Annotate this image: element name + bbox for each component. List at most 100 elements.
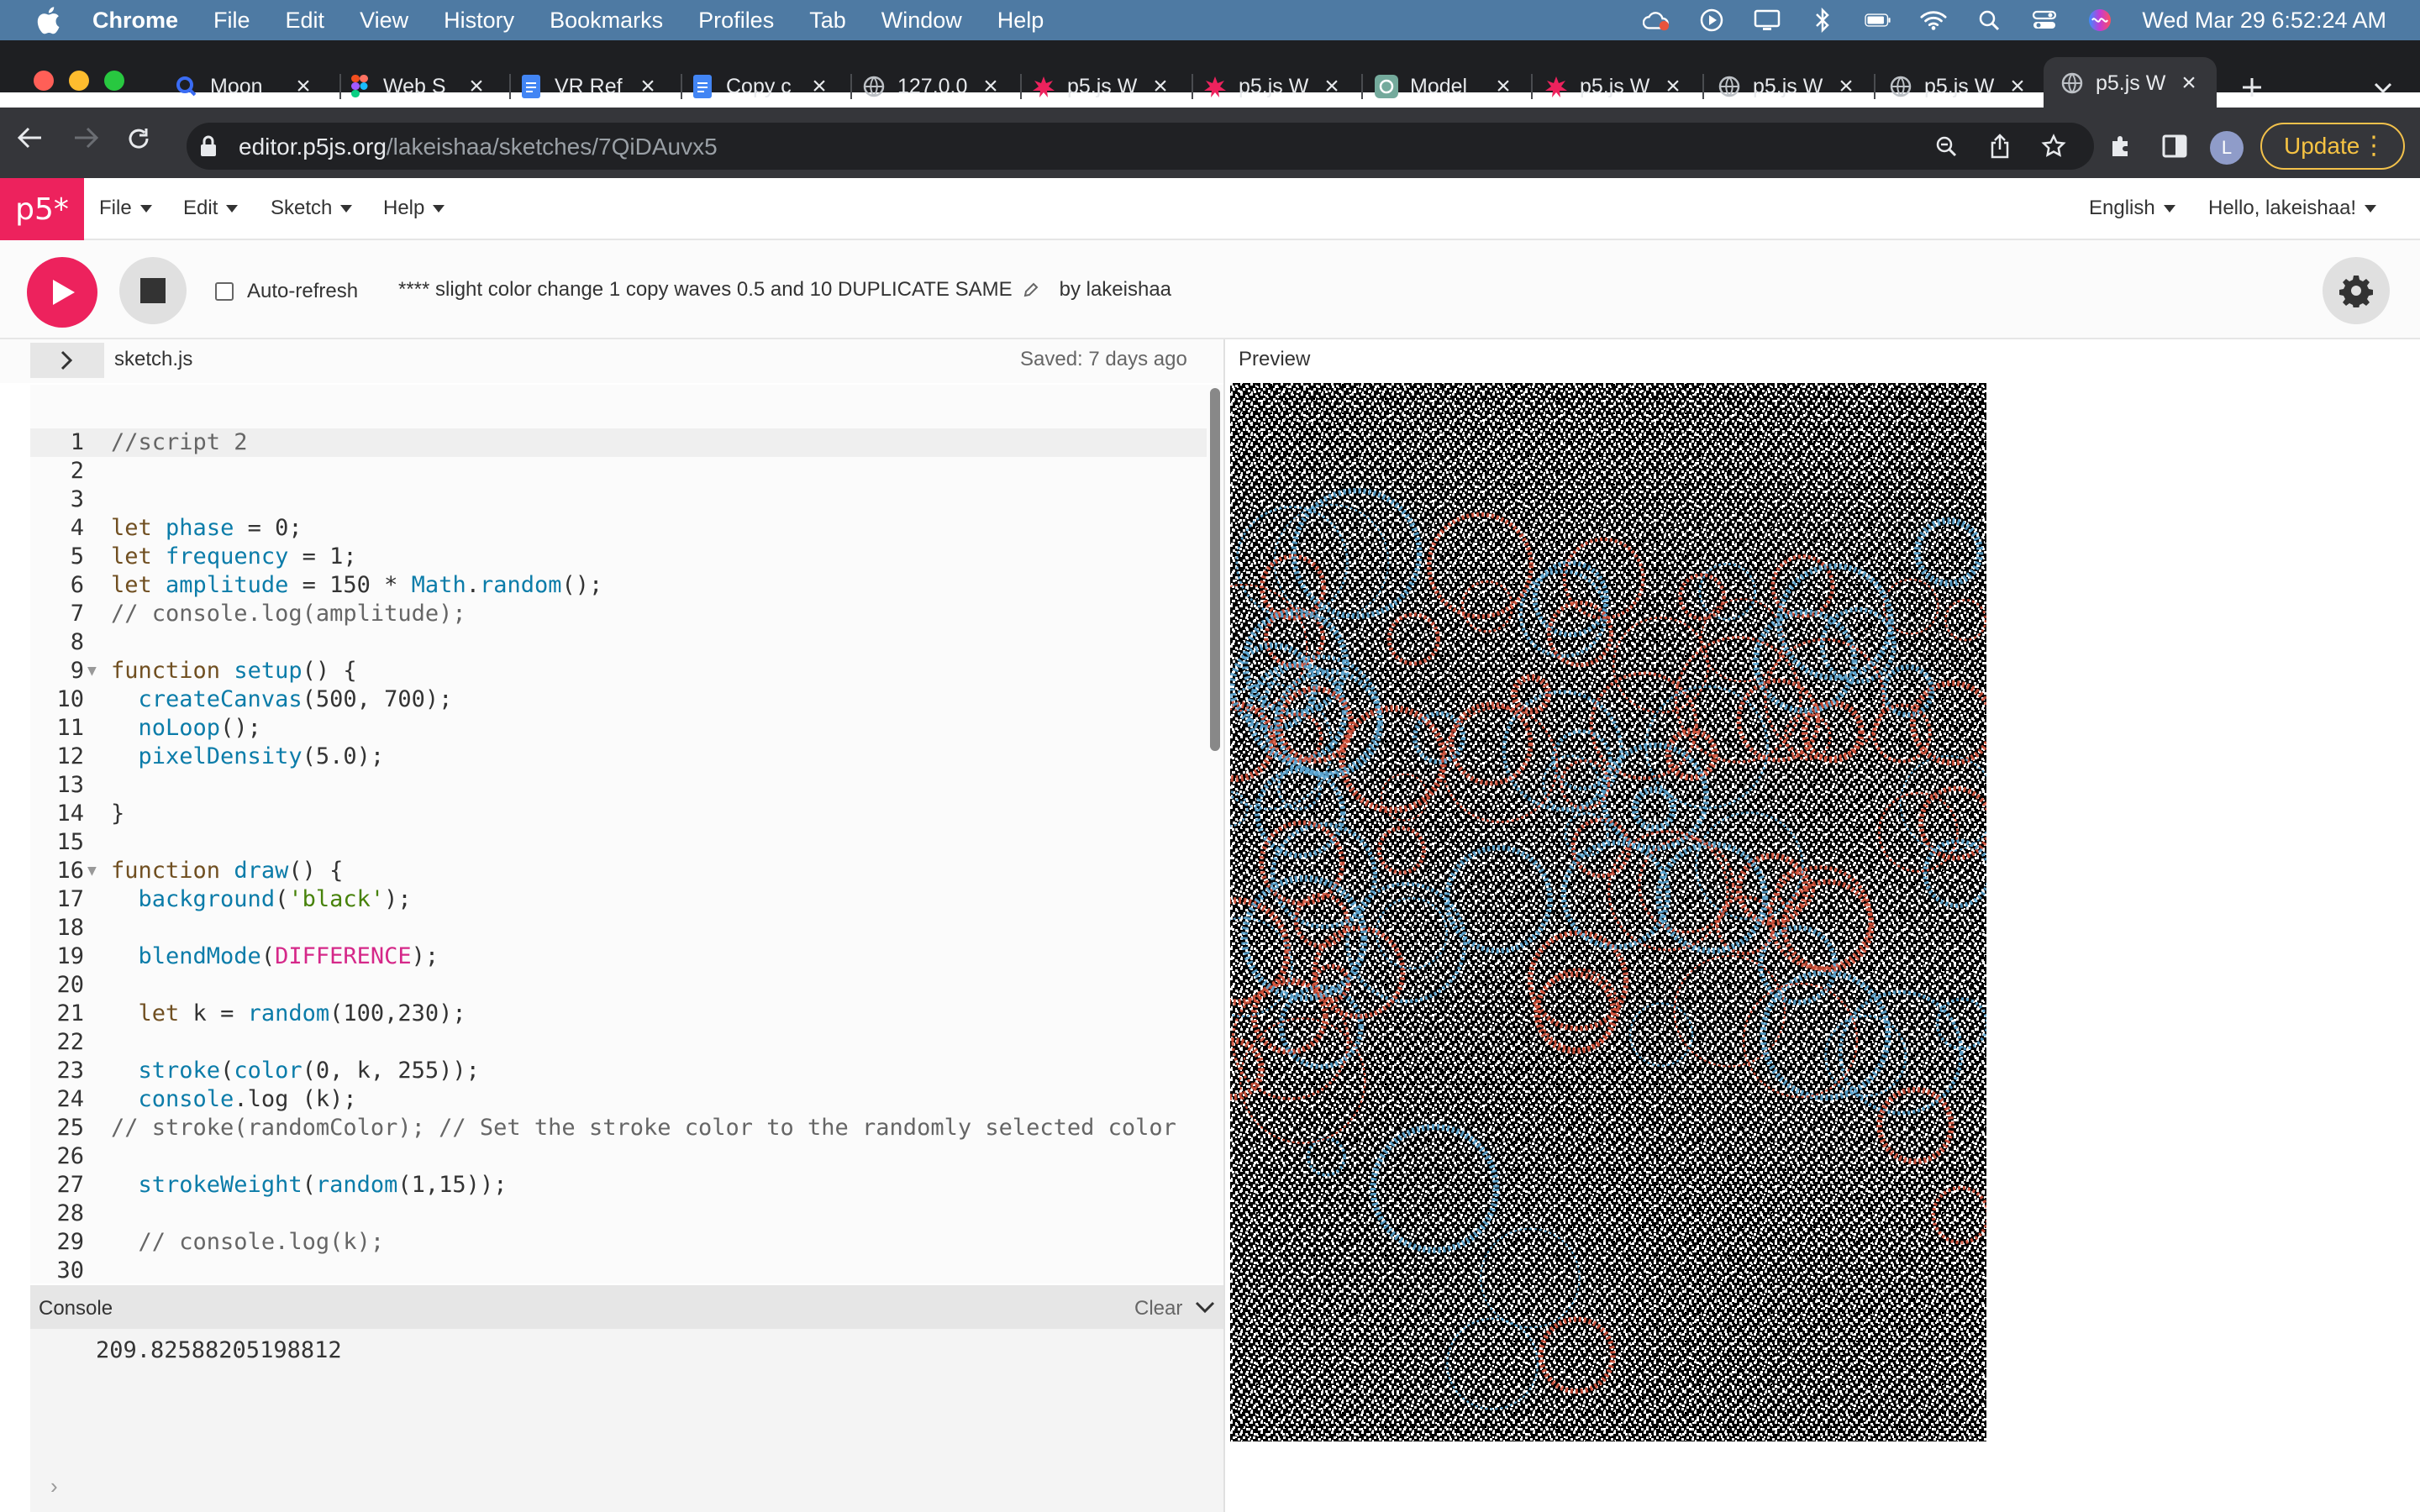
code-line[interactable]: 17 background('black'); bbox=[30, 885, 1207, 914]
close-icon[interactable]: × bbox=[1662, 72, 1684, 100]
file-name[interactable]: sketch.js bbox=[114, 348, 192, 371]
code-line[interactable]: 10 createCanvas(500, 700); bbox=[30, 685, 1207, 714]
wifi-icon[interactable] bbox=[1920, 7, 1947, 34]
code-line[interactable]: 11 noLoop(); bbox=[30, 714, 1207, 743]
siri-icon[interactable] bbox=[2086, 7, 2113, 34]
language-selector[interactable]: English bbox=[2089, 197, 2175, 220]
code-text[interactable]: strokeWeight(random(1,15)); bbox=[111, 1171, 508, 1200]
forward-icon[interactable] bbox=[72, 126, 99, 154]
console-prompt-icon[interactable]: › bbox=[50, 1473, 58, 1499]
code-text[interactable]: // stroke(randomColor); // Set the strok… bbox=[111, 1114, 1176, 1142]
close-icon[interactable]: × bbox=[1150, 72, 1171, 100]
control-center-icon[interactable] bbox=[2031, 7, 2058, 34]
close-icon[interactable]: × bbox=[980, 72, 1002, 100]
code-text[interactable]: stroke(color(0, k, 255)); bbox=[111, 1057, 480, 1085]
pencil-edit-icon[interactable] bbox=[1023, 281, 1039, 298]
bookmark-star-icon[interactable] bbox=[2037, 129, 2070, 163]
code-text[interactable]: function setup() { bbox=[111, 657, 357, 685]
p5-menu-sketch[interactable]: Sketch bbox=[271, 197, 353, 220]
code-line[interactable]: 1 //script 2 bbox=[30, 428, 1207, 457]
close-icon[interactable]: × bbox=[1321, 72, 1343, 100]
code-text[interactable]: function draw() { bbox=[111, 857, 343, 885]
code-line[interactable]: 9 ▼ function setup() { bbox=[30, 657, 1207, 685]
fold-triangle-icon[interactable]: ▼ bbox=[87, 657, 97, 685]
pane-divider[interactable] bbox=[1223, 339, 1225, 1512]
menu-view[interactable]: View bbox=[360, 8, 408, 34]
code-text[interactable]: blendMode(DIFFERENCE); bbox=[111, 942, 439, 971]
code-text[interactable]: let phase = 0; bbox=[111, 514, 302, 543]
minimize-window-button[interactable] bbox=[69, 71, 89, 91]
close-icon[interactable]: × bbox=[2007, 72, 2028, 100]
code-line[interactable]: 20 bbox=[30, 971, 1207, 1000]
code-text[interactable]: let k = random(100,230); bbox=[111, 1000, 466, 1028]
code-line[interactable]: 5 let frequency = 1; bbox=[30, 543, 1207, 571]
sketch-preview-canvas[interactable] bbox=[1230, 383, 1986, 1441]
p5-menu-help[interactable]: Help bbox=[383, 197, 445, 220]
update-button[interactable]: Update ⋮ bbox=[2260, 123, 2405, 170]
code-line[interactable]: 7 // console.log(amplitude); bbox=[30, 600, 1207, 628]
close-window-button[interactable] bbox=[34, 71, 54, 91]
tab-1[interactable]: Moon × bbox=[175, 66, 314, 108]
close-icon[interactable]: × bbox=[2178, 69, 2200, 97]
code-line[interactable]: 19 blendMode(DIFFERENCE); bbox=[30, 942, 1207, 971]
code-line[interactable]: 30 bbox=[30, 1257, 1207, 1284]
play-circle-icon[interactable] bbox=[1698, 7, 1725, 34]
side-panel-icon[interactable] bbox=[2158, 129, 2191, 163]
menu-profiles[interactable]: Profiles bbox=[698, 8, 774, 34]
code-line[interactable]: 29 // console.log(k); bbox=[30, 1228, 1207, 1257]
menu-help[interactable]: Help bbox=[997, 8, 1044, 34]
code-line[interactable]: 27 strokeWeight(random(1,15)); bbox=[30, 1171, 1207, 1200]
menu-file[interactable]: File bbox=[213, 8, 250, 34]
code-line[interactable]: 12 pixelDensity(5.0); bbox=[30, 743, 1207, 771]
zoom-icon[interactable] bbox=[1929, 129, 1963, 163]
code-text[interactable]: console.log (k); bbox=[111, 1085, 357, 1114]
chevron-down-icon[interactable] bbox=[1193, 1295, 1217, 1319]
profile-avatar[interactable]: L bbox=[2210, 131, 2244, 165]
code-text[interactable]: createCanvas(500, 700); bbox=[111, 685, 453, 714]
new-tab-icon[interactable] bbox=[2235, 71, 2269, 104]
address-bar[interactable]: editor.p5js.org/lakeishaa/sketches/7QiDA… bbox=[187, 123, 2094, 170]
close-icon[interactable]: × bbox=[292, 72, 314, 100]
zoom-window-button[interactable] bbox=[104, 71, 124, 91]
close-icon[interactable]: × bbox=[808, 72, 830, 100]
code-line[interactable]: 26 bbox=[30, 1142, 1207, 1171]
code-line[interactable]: 23 stroke(color(0, k, 255)); bbox=[30, 1057, 1207, 1085]
code-line[interactable]: 3 bbox=[30, 486, 1207, 514]
back-icon[interactable] bbox=[17, 126, 44, 154]
code-line[interactable]: 8 bbox=[30, 628, 1207, 657]
url-text[interactable]: editor.p5js.org/lakeishaa/sketches/7QiDA… bbox=[239, 134, 718, 160]
spotlight-search-icon[interactable] bbox=[1975, 7, 2002, 34]
code-line[interactable]: 18 bbox=[30, 914, 1207, 942]
menu-app-name[interactable]: Chrome bbox=[92, 8, 178, 34]
sketch-author[interactable]: by lakeishaa bbox=[1060, 278, 1171, 302]
code-text[interactable]: // console.log(amplitude); bbox=[111, 600, 466, 628]
editor-scrollbar[interactable] bbox=[1210, 388, 1220, 751]
code-text[interactable]: pixelDensity(5.0); bbox=[111, 743, 385, 771]
tab-3[interactable]: VR Ref × bbox=[519, 66, 659, 108]
tab-12-active[interactable]: p5.js W × bbox=[2044, 57, 2217, 109]
menubar-clock[interactable]: Wed Mar 29 6:52:24 AM bbox=[2142, 8, 2386, 34]
tab-8[interactable]: Model × bbox=[1375, 66, 1514, 108]
creative-cloud-icon[interactable] bbox=[1643, 7, 1670, 34]
tab-2[interactable]: Web S × bbox=[348, 66, 487, 108]
code-line[interactable]: 6 let amplitude = 150 * Math.random(); bbox=[30, 571, 1207, 600]
menu-window[interactable]: Window bbox=[881, 8, 962, 34]
tab-4[interactable]: Copy c × bbox=[691, 66, 830, 108]
code-text[interactable]: //script 2 bbox=[111, 428, 248, 457]
code-line[interactable]: 21 let k = random(100,230); bbox=[30, 1000, 1207, 1028]
code-line[interactable]: 22 bbox=[30, 1028, 1207, 1057]
menu-history[interactable]: History bbox=[444, 8, 514, 34]
close-icon[interactable]: × bbox=[1835, 72, 1857, 100]
p5-menu-edit[interactable]: Edit bbox=[183, 197, 239, 220]
p5-logo[interactable]: p5* bbox=[0, 178, 84, 240]
fold-triangle-icon[interactable]: ▼ bbox=[87, 857, 97, 885]
code-line[interactable]: 13 bbox=[30, 771, 1207, 800]
code-text[interactable]: } bbox=[111, 800, 124, 828]
code-line[interactable]: 15 bbox=[30, 828, 1207, 857]
code-text[interactable]: background('black'); bbox=[111, 885, 412, 914]
lock-icon[interactable] bbox=[198, 134, 222, 158]
code-line[interactable]: 16 ▼ function draw() { bbox=[30, 857, 1207, 885]
reload-icon[interactable] bbox=[126, 126, 151, 155]
auto-refresh-checkbox[interactable] bbox=[215, 282, 234, 301]
auto-refresh-toggle[interactable]: Auto-refresh bbox=[215, 280, 358, 303]
